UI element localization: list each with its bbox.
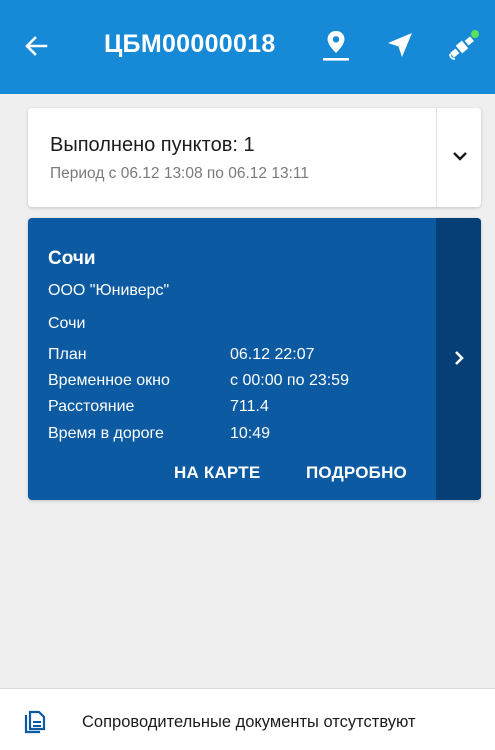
back-arrow-icon[interactable] — [20, 30, 52, 62]
info-label: План — [48, 346, 87, 363]
documents-status-text: Сопроводительные документы отсутствуют — [82, 713, 416, 731]
open-point-button[interactable] — [436, 218, 481, 500]
on-map-button[interactable]: НА КАРТЕ — [174, 463, 260, 483]
navigation-arrow-icon[interactable] — [382, 28, 418, 64]
info-value: с 00:00 по 23:59 — [230, 372, 349, 389]
point-city: Сочи — [48, 248, 96, 269]
app-bar: ЦБМ00000018 — [0, 0, 495, 94]
divider — [436, 108, 437, 207]
summary-card: Выполнено пунктов: 1 Период с 06.12 13:0… — [28, 108, 481, 207]
info-value: 10:49 — [230, 425, 271, 442]
documents-icon — [24, 709, 50, 740]
info-value: 711.4 — [230, 398, 269, 415]
point-address: Сочи — [48, 315, 86, 332]
info-label: Время в дороге — [48, 425, 164, 442]
info-label: Расстояние — [48, 398, 135, 415]
info-label: Временное окно — [48, 372, 170, 389]
page-title: ЦБМ00000018 — [104, 30, 276, 58]
info-value: 06.12 22:07 — [230, 346, 315, 363]
status-dot — [471, 30, 479, 38]
point-company: ООО "Юниверс" — [48, 282, 170, 299]
details-button[interactable]: ПОДРОБНО — [306, 463, 407, 483]
chevron-down-icon — [453, 152, 467, 161]
expand-button[interactable] — [438, 108, 481, 207]
location-pin-icon[interactable] — [318, 28, 354, 64]
chevron-right-icon — [455, 351, 464, 365]
satellite-icon[interactable] — [444, 28, 480, 64]
documents-footer: Сопроводительные документы отсутствуют — [0, 688, 495, 750]
period-text: Период с 06.12 13:08 по 06.12 13:11 — [50, 165, 309, 182]
route-point-card[interactable]: Сочи ООО "Юниверс" Сочи План 06.12 22:07… — [28, 218, 481, 500]
completed-points-count: Выполнено пунктов: 1 — [50, 134, 255, 156]
